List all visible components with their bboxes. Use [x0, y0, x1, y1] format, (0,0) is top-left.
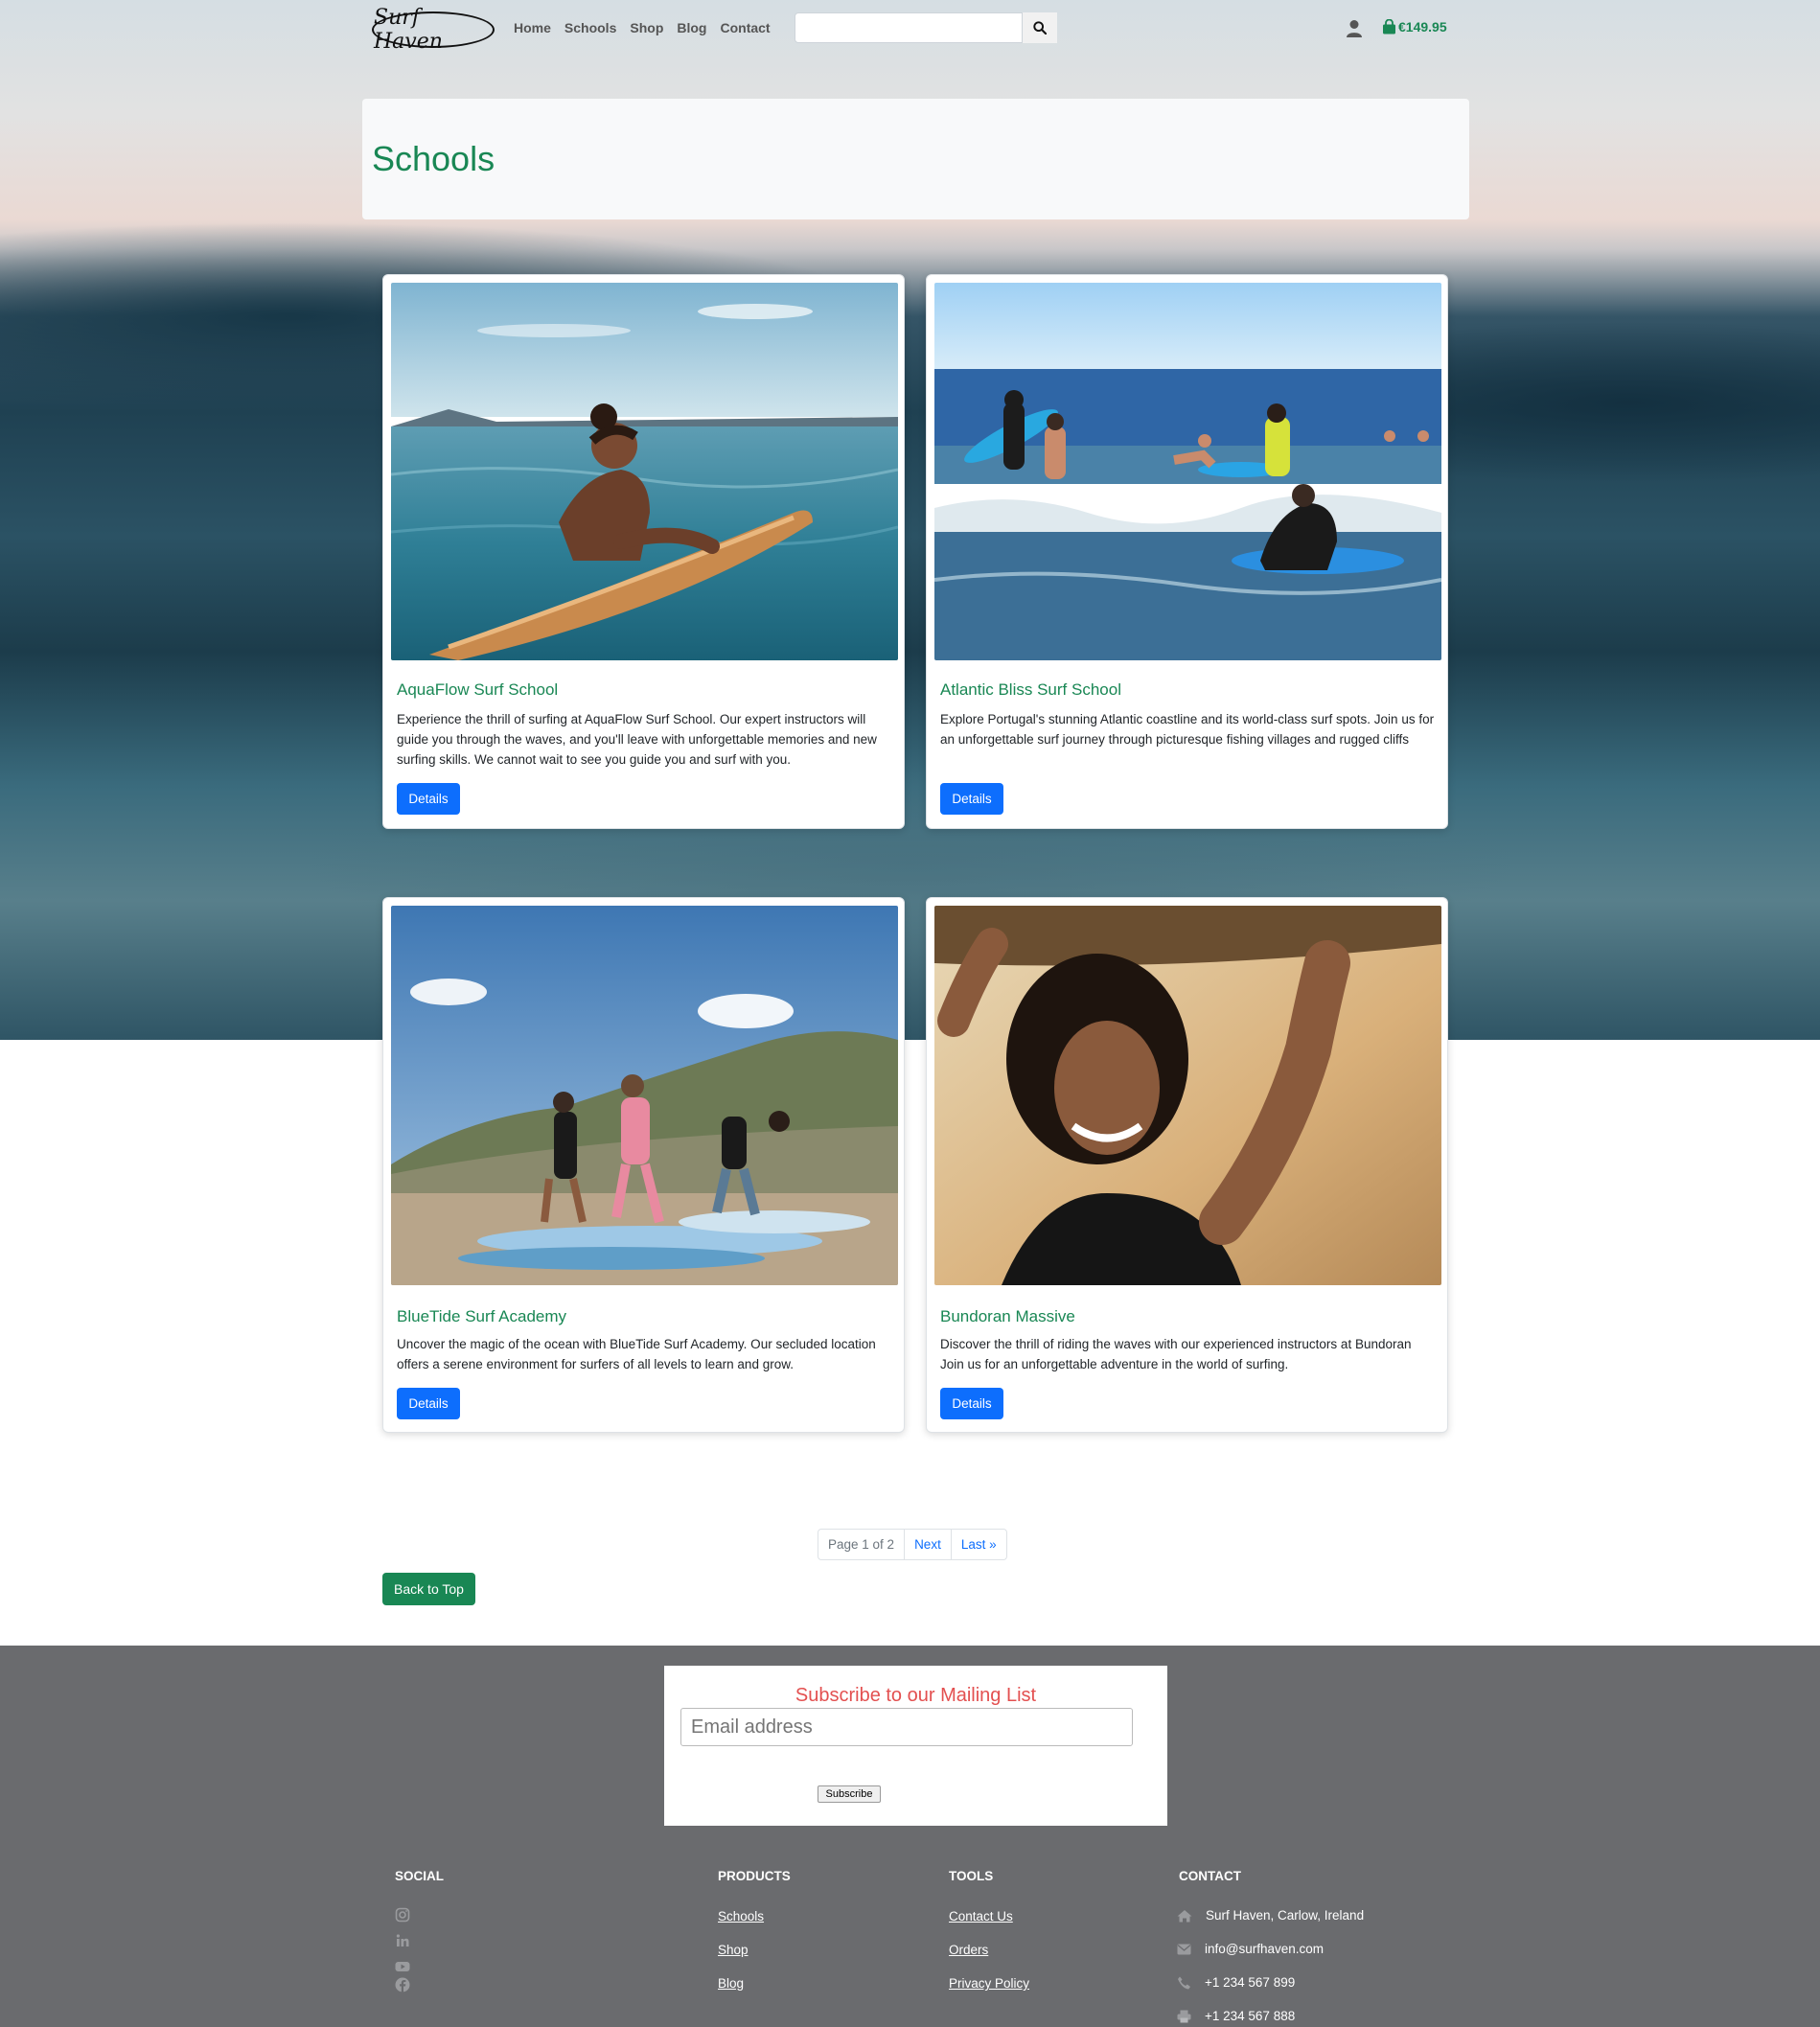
details-button[interactable]: Details — [397, 1388, 460, 1419]
cart-total: €149.95 — [1398, 19, 1447, 35]
details-button[interactable]: Details — [397, 783, 460, 815]
subscribe-button[interactable]: Subscribe — [818, 1785, 881, 1803]
search-icon — [1033, 21, 1047, 35]
contact-phone: +1 234 567 899 — [1177, 1975, 1295, 1990]
pagination: Page 1 of 2 Next Last » — [818, 1529, 1007, 1560]
pagination-current-page: Page 1 of 2 — [818, 1530, 906, 1559]
footer: Subscribe to our Mailing List Subscribe … — [0, 1646, 1820, 2027]
footer-heading-products: PRODUCTS — [718, 1869, 791, 1883]
subscribe-title: Subscribe to our Mailing List — [795, 1685, 1037, 1706]
email-field[interactable] — [680, 1708, 1133, 1746]
instagram-icon[interactable] — [395, 1907, 410, 1923]
contact-email: info@surfhaven.com — [1177, 1942, 1324, 1956]
footer-link-privacy-policy[interactable]: Privacy Policy — [949, 1976, 1029, 1991]
school-title[interactable]: Atlantic Bliss Surf School — [940, 680, 1121, 700]
phone-icon — [1178, 1976, 1190, 1989]
footer-heading-social: SOCIAL — [395, 1869, 445, 1883]
school-card: AquaFlow Surf School Experience the thri… — [382, 274, 905, 829]
footer-heading-contact: CONTACT — [1179, 1869, 1241, 1883]
details-button[interactable]: Details — [940, 1388, 1003, 1419]
site-logo[interactable]: Surf Haven — [372, 6, 495, 54]
footer-link-shop[interactable]: Shop — [718, 1943, 749, 1957]
school-image-woman-carrying-board — [934, 906, 1441, 1285]
school-card: Bundoran Massive Discover the thrill of … — [926, 897, 1448, 1433]
footer-link-schools[interactable]: Schools — [718, 1909, 764, 1923]
envelope-icon — [1177, 1944, 1191, 1954]
page-heading-box: Schools — [362, 99, 1469, 219]
search-bar — [795, 12, 1057, 43]
linkedin-icon[interactable] — [395, 1933, 410, 1948]
search-button[interactable] — [1023, 12, 1057, 43]
pagination-next[interactable]: Next — [905, 1530, 952, 1559]
cart-button[interactable]: €149.95 — [1382, 19, 1447, 35]
school-title[interactable]: BlueTide Surf Academy — [397, 1307, 566, 1326]
school-image-group-lesson-in-sea — [934, 283, 1441, 660]
footer-link-orders[interactable]: Orders — [949, 1943, 988, 1957]
youtube-icon[interactable] — [395, 1959, 410, 1974]
school-image-surfer-with-board — [391, 283, 898, 660]
school-card: Atlantic Bliss Surf School Explore Portu… — [926, 274, 1448, 829]
shopping-bag-icon — [1383, 19, 1395, 35]
school-card: BlueTide Surf Academy Uncover the magic … — [382, 897, 905, 1433]
nav-shop[interactable]: Shop — [630, 20, 663, 35]
contact-address: Surf Haven, Carlow, Ireland — [1177, 1908, 1364, 1923]
nav-links: Home Schools Shop Blog Contact — [514, 20, 771, 35]
contact-fax: +1 234 567 888 — [1177, 2009, 1295, 2023]
pagination-last[interactable]: Last » — [952, 1530, 1006, 1559]
school-description: Discover the thrill of riding the waves … — [940, 1337, 1412, 1371]
home-icon — [1177, 1909, 1192, 1922]
footer-heading-tools: TOOLS — [949, 1869, 994, 1883]
user-icon[interactable] — [1346, 19, 1363, 38]
footer-link-blog[interactable]: Blog — [718, 1976, 744, 1991]
facebook-icon[interactable] — [395, 1977, 410, 1992]
nav-blog[interactable]: Blog — [677, 20, 706, 35]
nav-schools[interactable]: Schools — [564, 20, 616, 35]
navbar: Surf Haven Home Schools Shop Blog Contac… — [362, 6, 1466, 54]
back-to-top-button[interactable]: Back to Top — [382, 1573, 475, 1605]
nav-home[interactable]: Home — [514, 20, 551, 35]
search-input[interactable] — [795, 12, 1023, 43]
footer-link-contact-us[interactable]: Contact Us — [949, 1909, 1013, 1923]
subscribe-form: Subscribe to our Mailing List Subscribe — [664, 1666, 1167, 1826]
nav-contact[interactable]: Contact — [720, 20, 770, 35]
school-image-beach-practice — [391, 906, 898, 1285]
school-description: Experience the thrill of surfing at Aqua… — [397, 712, 877, 767]
page-title: Schools — [372, 139, 495, 178]
school-title[interactable]: Bundoran Massive — [940, 1307, 1075, 1326]
printer-icon — [1177, 2010, 1191, 2022]
school-title[interactable]: AquaFlow Surf School — [397, 680, 558, 700]
details-button[interactable]: Details — [940, 783, 1003, 815]
school-description: Uncover the magic of the ocean with Blue… — [397, 1337, 876, 1371]
school-description: Explore Portugal's stunning Atlantic coa… — [940, 712, 1435, 747]
